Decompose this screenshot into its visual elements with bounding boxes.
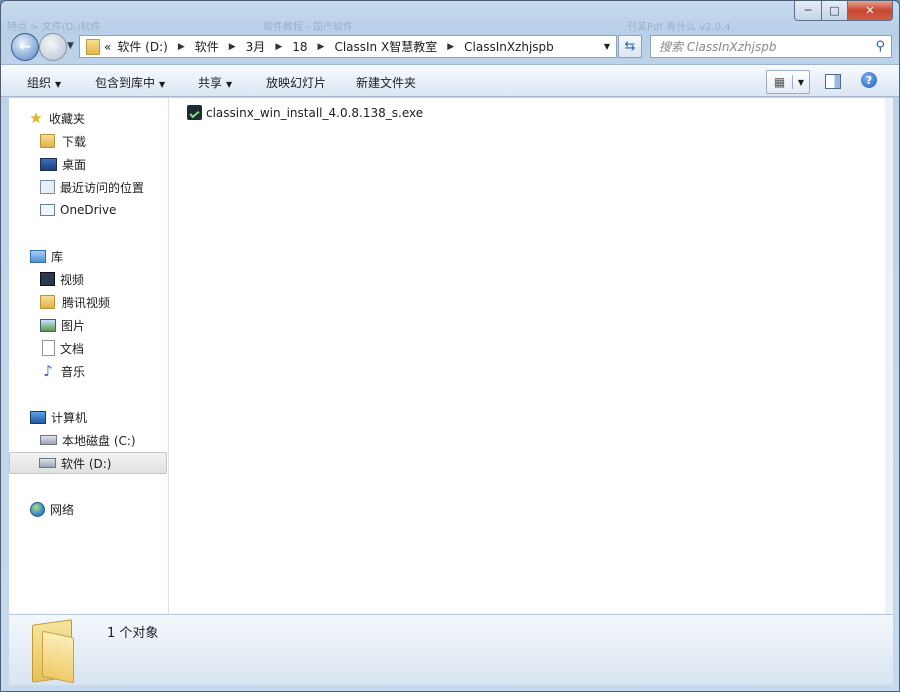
video-library-icon (40, 272, 55, 286)
refresh-icon: ⇆ (624, 39, 636, 54)
ghost-title-left: 特点 > 文件(D:)软件 (7, 22, 101, 33)
onedrive-icon (40, 204, 55, 216)
file-name: classinx_win_install_4.0.8.138_s.exe (206, 105, 424, 120)
sidebar-item-label: 最近访问的位置 (60, 180, 145, 195)
large-folder-icon (30, 619, 82, 684)
pictures-library-icon (40, 318, 56, 332)
forward-arrow-icon: → (47, 39, 59, 55)
breadcrumb-march[interactable]: 3月 (246, 38, 266, 55)
view-grid-icon: ▦ (767, 75, 793, 89)
navigation-bar: ← → ▼ « 软件 (D:) ▶ 软件 ▶ 3月 ▶ 18 ▶ ClassIn… (9, 33, 893, 61)
recent-pages-dropdown[interactable]: ▼ (67, 41, 74, 51)
sidebar-item-label: 本地磁盘 (C:) (62, 433, 136, 448)
share-menu[interactable]: 共享 ▼ (198, 74, 232, 91)
refresh-button[interactable]: ⇆ (618, 35, 642, 58)
breadcrumb-current[interactable]: ClassInXzhjspb (464, 40, 554, 54)
sidebar-item-label: 腾讯视频 (62, 295, 111, 310)
desktop-icon (40, 157, 57, 171)
chevron-down-icon: ▼ (226, 80, 233, 89)
search-input[interactable]: 搜索 ClassInXzhjspb ⚲ (650, 35, 892, 58)
folder-front (42, 630, 74, 684)
chevron-down-icon: ▼ (159, 80, 166, 89)
details-pane: 1 个对象 (9, 614, 893, 685)
back-button[interactable]: ← (11, 33, 39, 61)
address-bar[interactable]: « 软件 (D:) ▶ 软件 ▶ 3月 ▶ 18 ▶ ClassIn X智慧教室… (79, 35, 617, 58)
organize-menu[interactable]: 组织 ▼ (27, 74, 61, 91)
sidebar-item-label: 库 (51, 249, 64, 264)
command-bar: 组织 ▼ 包含到库中 ▼ 共享 ▼ 放映幻灯片 新建文件夹 ▦ ▼ ? (1, 64, 899, 97)
ghost-title-right: 刊某Pdf 有什么 v2.0.4 (627, 22, 731, 33)
sidebar-item-label: 文档 (60, 341, 85, 356)
back-arrow-icon: ← (19, 39, 31, 55)
include-in-library-menu[interactable]: 包含到库中 ▼ (95, 74, 165, 91)
libraries-icon (30, 249, 46, 263)
breadcrumb-chevron-icon[interactable]: ▶ (318, 42, 325, 52)
breadcrumb-drive[interactable]: 软件 (D:) (117, 38, 167, 55)
sidebar-item-label: 收藏夹 (49, 111, 86, 126)
star-icon: ★ (29, 109, 43, 127)
share-label: 共享 (198, 76, 223, 90)
slideshow-button[interactable]: 放映幻灯片 (266, 74, 326, 91)
preview-pane-icon[interactable] (825, 74, 841, 89)
sidebar-item-label: 音乐 (61, 364, 86, 379)
breadcrumb-classin[interactable]: ClassIn X智慧教室 (334, 38, 437, 55)
title-bar[interactable]: 特点 > 文件(D:)软件 软件教程 - 国产软件 刊某Pdf 有什么 v2.0… (1, 1, 899, 33)
music-library-icon: ♪ (43, 362, 53, 380)
sidebar-item-computer[interactable]: 计算机 (9, 406, 188, 428)
close-button[interactable]: ✕ (848, 1, 893, 21)
minimize-button[interactable]: ─ (794, 1, 822, 21)
documents-library-icon (42, 340, 55, 356)
chevron-down-icon: ▼ (55, 80, 62, 89)
window-controls: ─ □ ✕ (794, 1, 893, 21)
computer-icon (30, 410, 46, 424)
explorer-window: 特点 > 文件(D:)软件 软件教程 - 国产软件 刊某Pdf 有什么 v2.0… (0, 0, 900, 692)
sidebar-item-label: 桌面 (62, 157, 87, 172)
drive-icon (39, 458, 56, 468)
sidebar-item-drive-d[interactable]: 软件 (D:) (9, 452, 167, 474)
breadcrumb-18[interactable]: 18 (292, 40, 307, 54)
sidebar-item-label: 视频 (60, 272, 85, 287)
network-icon (30, 501, 45, 517)
sidebar-item-label: 网络 (50, 502, 75, 517)
search-placeholder: 搜索 ClassInXzhjspb (659, 40, 777, 54)
chevron-down-icon[interactable]: ▼ (793, 78, 809, 87)
sidebar-item-libraries[interactable]: 库 (9, 245, 188, 267)
organize-label: 组织 (27, 76, 52, 90)
recent-places-icon (40, 180, 55, 194)
maximize-button[interactable]: □ (822, 1, 848, 21)
downloads-folder-icon (40, 134, 55, 148)
forward-button[interactable]: → (39, 33, 67, 61)
sidebar-item-label: 图片 (61, 318, 86, 333)
sidebar-item-label: 计算机 (51, 410, 88, 425)
sidebar-item-network[interactable]: 网络 (9, 498, 188, 520)
help-icon[interactable]: ? (861, 72, 877, 88)
file-list[interactable]: classinx_win_install_4.0.8.138_s.exe (169, 98, 885, 614)
vertical-scrollbar[interactable] (885, 98, 893, 614)
folder-icon (40, 295, 55, 309)
breadcrumb-chevron-icon[interactable]: ▶ (178, 42, 185, 52)
include-in-library-label: 包含到库中 (95, 76, 156, 90)
sidebar-item-favorites[interactable]: ★ 收藏夹 (9, 107, 186, 129)
sidebar-item-label: OneDrive (60, 203, 117, 217)
new-folder-button[interactable]: 新建文件夹 (356, 74, 416, 91)
system-drive-icon (40, 435, 57, 445)
address-history-dropdown-icon[interactable]: ▼ (604, 42, 610, 51)
breadcrumb-chevron-icon[interactable]: ▶ (447, 42, 454, 52)
breadcrumb-software[interactable]: 软件 (195, 38, 219, 55)
change-view-button[interactable]: ▦ ▼ (766, 70, 810, 94)
ghost-title-center: 软件教程 - 国产软件 (263, 22, 353, 33)
exe-icon (187, 105, 202, 120)
folder-icon (86, 38, 100, 55)
navigation-pane: ★ 收藏夹 下载 桌面 最近访问的位置 OneDrive 库 视频 腾讯视频 图片… (9, 98, 169, 614)
item-count: 1 个对象 (107, 626, 159, 641)
breadcrumb-overflow[interactable]: « (104, 40, 111, 54)
breadcrumb-chevron-icon[interactable]: ▶ (229, 42, 236, 52)
sidebar-item-label: 软件 (D:) (61, 456, 112, 471)
breadcrumb-chevron-icon[interactable]: ▶ (275, 42, 282, 52)
breadcrumb: « 软件 (D:) ▶ 软件 ▶ 3月 ▶ 18 ▶ ClassIn X智慧教室… (104, 38, 554, 55)
search-icon[interactable]: ⚲ (875, 39, 885, 54)
file-item[interactable]: classinx_win_install_4.0.8.138_s.exe (187, 105, 423, 120)
sidebar-item-label: 下载 (62, 134, 87, 149)
